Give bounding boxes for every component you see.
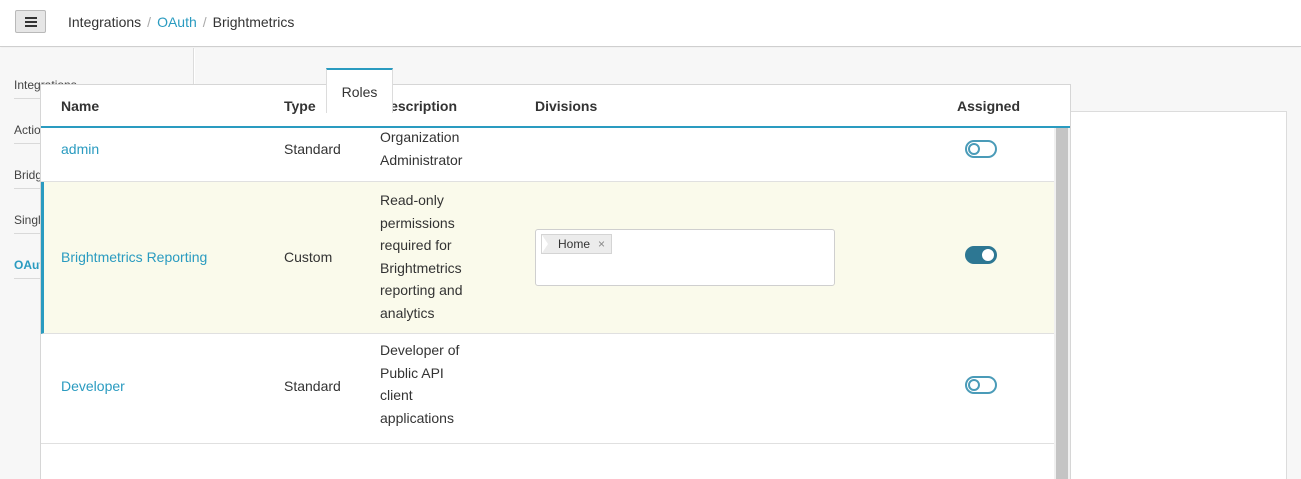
description-line: required for xyxy=(380,237,452,253)
header-type[interactable]: Type xyxy=(284,98,316,114)
hamburger-icon-line xyxy=(25,21,37,23)
role-description: Read-only permissions required for Brigh… xyxy=(380,189,463,324)
role-type: Custom xyxy=(284,249,333,265)
header-assigned[interactable]: Assigned xyxy=(957,98,1020,114)
header-name[interactable]: Name xyxy=(61,98,99,114)
table-row-selected[interactable]: Brightmetrics Reporting Custom Read-only… xyxy=(41,182,1054,334)
assigned-toggle[interactable] xyxy=(965,140,997,158)
breadcrumb-current: Brightmetrics xyxy=(212,14,295,30)
hamburger-icon-line xyxy=(25,25,37,27)
scrollbar-thumb[interactable] xyxy=(1056,128,1068,479)
role-name-link[interactable]: Developer xyxy=(61,375,125,398)
division-chip-label: Home xyxy=(558,237,591,251)
table-scrollbar[interactable] xyxy=(1054,128,1070,479)
toggle-knob xyxy=(968,379,980,391)
role-description: Organization Administrator xyxy=(380,126,462,171)
description-line: Read-only xyxy=(380,192,444,208)
description-line: applications xyxy=(380,409,454,426)
description-line: Developer of xyxy=(380,342,460,358)
top-bar: Integrations / OAuth / Brightmetrics xyxy=(0,0,1301,47)
hamburger-menu-button[interactable] xyxy=(15,10,46,33)
table-row[interactable]: admin Standard Organization Administrato… xyxy=(41,128,1054,182)
tag-icon xyxy=(542,235,548,253)
role-name-link[interactable]: Brightmetrics Reporting xyxy=(61,246,207,269)
assigned-toggle[interactable] xyxy=(965,376,997,394)
description-line: Organization xyxy=(380,129,460,145)
table-header: Name Type Description Divisions Assigned xyxy=(41,85,1070,128)
divisions-input[interactable]: Home × xyxy=(535,229,835,286)
table-row[interactable]: Developer Standard Developer of Public A… xyxy=(41,334,1054,444)
description-line: Brightmetrics xyxy=(380,259,462,276)
description-line: client xyxy=(380,387,413,403)
role-type: Standard xyxy=(284,378,341,394)
toggle-knob xyxy=(968,143,980,155)
toggle-knob xyxy=(982,249,994,261)
description-line: permissions xyxy=(380,214,455,231)
tab-roles[interactable]: Roles xyxy=(326,68,393,113)
assigned-toggle[interactable] xyxy=(965,246,997,264)
role-name-link[interactable]: admin xyxy=(61,138,99,161)
description-line: Public API xyxy=(380,364,444,381)
role-type: Standard xyxy=(284,141,341,157)
header-divisions: Divisions xyxy=(535,98,598,114)
remove-division-icon[interactable]: × xyxy=(598,237,605,251)
breadcrumb-separator: / xyxy=(202,14,207,30)
breadcrumb-oauth-link[interactable]: OAuth xyxy=(157,14,197,30)
roles-table: Name Type Description Divisions Assigned… xyxy=(40,84,1071,479)
breadcrumb: Integrations / OAuth / Brightmetrics xyxy=(68,14,294,30)
hamburger-icon xyxy=(25,17,37,19)
description-line: Administrator xyxy=(380,151,463,168)
description-line: reporting and xyxy=(380,282,463,298)
role-description: Developer of Public API client applicati… xyxy=(380,339,459,429)
breadcrumb-separator: / xyxy=(147,14,152,30)
division-chip-home: Home × xyxy=(541,234,613,254)
breadcrumb-integrations[interactable]: Integrations xyxy=(68,14,141,30)
description-line: analytics xyxy=(380,304,435,321)
